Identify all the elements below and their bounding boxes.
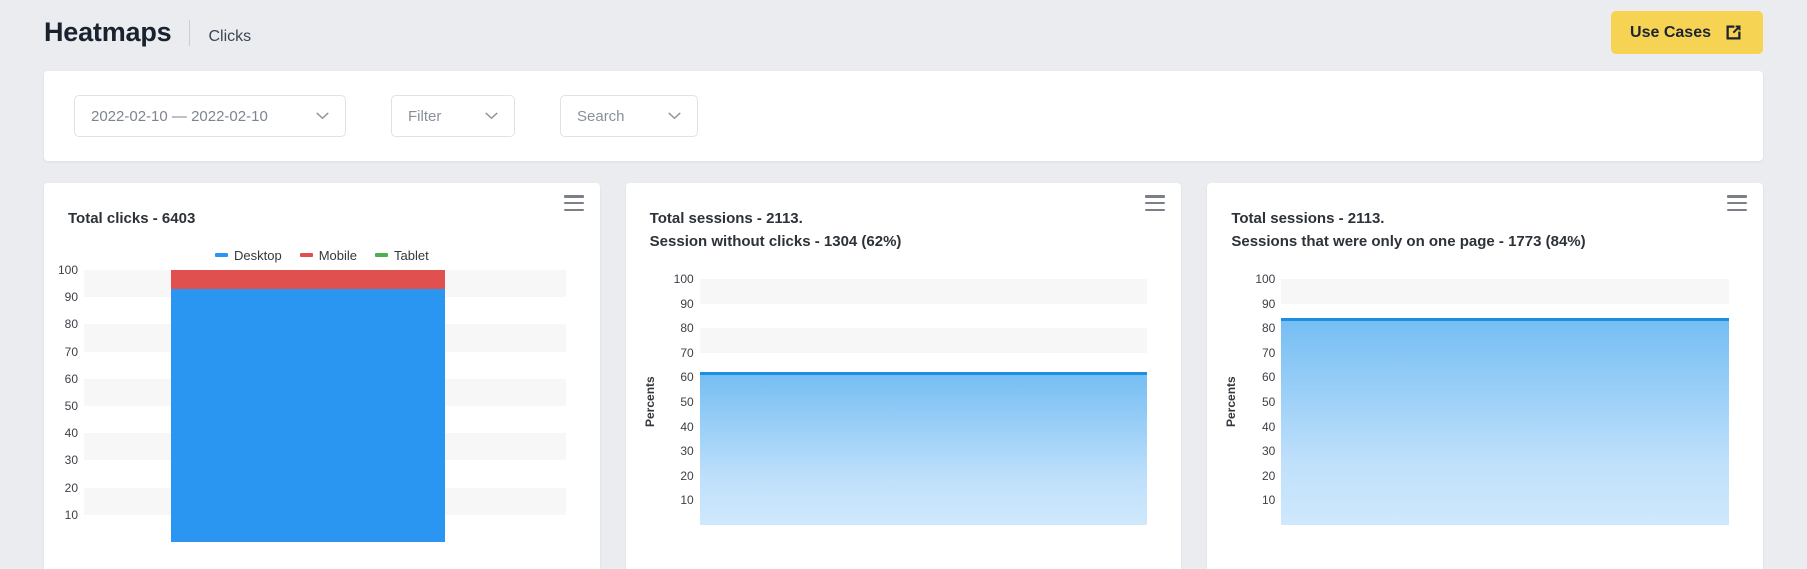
- plot-canvas: [84, 270, 566, 542]
- y-tick-label: 100: [1255, 272, 1276, 286]
- filter-panel: 2022-02-10 — 2022-02-10 Filter Search: [44, 71, 1763, 161]
- y-tick-label: 20: [680, 468, 694, 483]
- card-title-line1: Total sessions - 2113.: [649, 210, 803, 227]
- y-tick-label: 90: [64, 290, 78, 305]
- page-title: Heatmaps: [44, 17, 172, 47]
- y-tick-label: 50: [680, 395, 694, 409]
- use-cases-label: Use Cases: [1630, 23, 1711, 41]
- search-label: Search: [577, 107, 625, 125]
- card-title-line2: Session without clicks - 1304 (62%): [649, 233, 902, 250]
- y-tick-label: 30: [680, 444, 694, 459]
- bar-segment-desktop[interactable]: [170, 289, 446, 542]
- legend-label-mobile: Mobile: [318, 247, 357, 263]
- cards-row: Total clicks - 6403 Desktop Mobile Table…: [44, 183, 1764, 569]
- external-link-icon: [1726, 25, 1741, 40]
- hamburger-menu-icon[interactable]: [1727, 195, 1748, 211]
- card-header: Total sessions - 2113. Session without c…: [626, 183, 1182, 253]
- y-tick-label: 100: [673, 272, 694, 286]
- area-fill: [699, 372, 1148, 525]
- y-tick-label: 70: [680, 345, 694, 360]
- area-fill: [1281, 318, 1730, 525]
- plot-canvas: [699, 279, 1148, 525]
- page-subtitle: Clicks: [208, 28, 252, 45]
- y-tick-label: 90: [1261, 296, 1276, 311]
- use-cases-button[interactable]: Use Cases: [1611, 11, 1763, 54]
- y-tick-label: 20: [1261, 468, 1276, 483]
- chevron-down-icon: [316, 112, 329, 120]
- legend-label-desktop: Desktop: [233, 247, 282, 263]
- y-tick-label: 80: [64, 317, 78, 332]
- legend-swatch-tablet: [374, 253, 388, 257]
- date-range-value: 2022-02-10 — 2022-02-10: [91, 107, 268, 125]
- plot-area: Percents 100 90 80 70 60 50 40 30 20 10: [626, 272, 1182, 525]
- grid-band: [699, 279, 1148, 304]
- y-axis-ticks: 100 90 80 70 60 50 40 30 20 10: [1241, 272, 1281, 525]
- area-top-line: [699, 372, 1148, 376]
- y-tick-label: 10: [1261, 493, 1276, 508]
- chart-sessions-one-page: Percents 100 90 80 70 60 50 40 30 20 10: [1207, 272, 1763, 569]
- legend-item-mobile[interactable]: Mobile: [299, 247, 357, 263]
- hamburger-menu-icon[interactable]: [563, 195, 584, 211]
- area-series[interactable]: [1281, 318, 1730, 525]
- plot-area: Percents 100 90 80 70 60 50 40 30 20 10: [1207, 272, 1763, 525]
- plot-canvas: [1281, 279, 1730, 525]
- y-tick-label: 30: [64, 453, 78, 468]
- y-tick-label: 60: [64, 371, 78, 386]
- y-tick-label: 10: [64, 507, 78, 522]
- card-sessions-one-page: Total sessions - 2113. Sessions that wer…: [1207, 183, 1764, 569]
- legend-label-tablet: Tablet: [393, 247, 429, 263]
- plot-area: 100 90 80 70 60 50 40 30 20 10: [44, 263, 600, 542]
- y-axis-label: Percents: [1224, 376, 1239, 428]
- y-tick-label: 10: [680, 493, 694, 508]
- title-divider: [189, 19, 191, 46]
- card-header: Total sessions - 2113. Sessions that wer…: [1207, 183, 1763, 253]
- y-tick-label: 60: [1261, 370, 1276, 385]
- card-total-clicks: Total clicks - 6403 Desktop Mobile Table…: [44, 183, 600, 569]
- legend-swatch-desktop: [214, 253, 228, 257]
- card-title-line1: Total clicks - 6403: [68, 210, 196, 227]
- y-tick-label: 70: [64, 344, 78, 359]
- y-tick-label: 60: [680, 370, 694, 385]
- grid-band: [699, 328, 1148, 353]
- chart-sessions-without-clicks: Percents 100 90 80 70 60 50 40 30 20 10: [626, 272, 1182, 569]
- grid-band: [1281, 279, 1730, 304]
- title-group: Heatmaps Clicks: [44, 17, 251, 48]
- filter-dropdown[interactable]: Filter: [391, 95, 515, 137]
- card-header: Total clicks - 6403: [44, 183, 600, 230]
- bar-stack[interactable]: [170, 270, 446, 542]
- search-dropdown[interactable]: Search: [560, 95, 698, 137]
- y-axis-ticks: 100 90 80 70 60 50 40 30 20 10: [44, 263, 84, 542]
- card-sessions-without-clicks: Total sessions - 2113. Session without c…: [625, 183, 1182, 569]
- y-tick-label: 30: [1261, 444, 1276, 459]
- y-axis-ticks: 100 90 80 70 60 50 40 30 20 10: [660, 272, 700, 525]
- y-axis-label: Percents: [642, 376, 657, 428]
- y-tick-label: 80: [680, 321, 694, 336]
- chevron-down-icon: [485, 112, 498, 120]
- chevron-down-icon: [668, 112, 681, 120]
- top-bar: Heatmaps Clicks Use Cases: [0, 0, 1807, 65]
- area-series[interactable]: [699, 372, 1148, 525]
- bar-segment-mobile[interactable]: [170, 270, 446, 290]
- filter-label: Filter: [408, 107, 442, 125]
- y-tick-label: 20: [64, 480, 78, 495]
- chart-total-clicks: Desktop Mobile Tablet 100 90 80 70 60 50 40 30 2…: [44, 244, 600, 544]
- hamburger-menu-icon[interactable]: [1145, 195, 1166, 211]
- y-tick-label: 40: [64, 426, 78, 441]
- y-tick-label: 40: [1261, 419, 1276, 434]
- area-top-line: [1281, 318, 1730, 322]
- y-tick-label: 100: [57, 263, 78, 277]
- y-tick-label: 80: [1261, 321, 1276, 336]
- y-tick-label: 40: [680, 419, 694, 434]
- legend-item-tablet[interactable]: Tablet: [374, 247, 429, 263]
- y-tick-label: 50: [1261, 395, 1276, 409]
- date-range-picker[interactable]: 2022-02-10 — 2022-02-10: [74, 95, 346, 137]
- y-tick-label: 70: [1261, 345, 1276, 360]
- y-tick-label: 90: [680, 296, 694, 311]
- card-title-line1: Total sessions - 2113.: [1231, 210, 1385, 227]
- chart-legend: Desktop Mobile Tablet: [44, 244, 600, 266]
- legend-swatch-mobile: [299, 253, 313, 257]
- card-title-line2: Sessions that were only on one page - 17…: [1231, 233, 1586, 250]
- legend-item-desktop[interactable]: Desktop: [214, 247, 282, 263]
- y-tick-label: 50: [64, 399, 78, 413]
